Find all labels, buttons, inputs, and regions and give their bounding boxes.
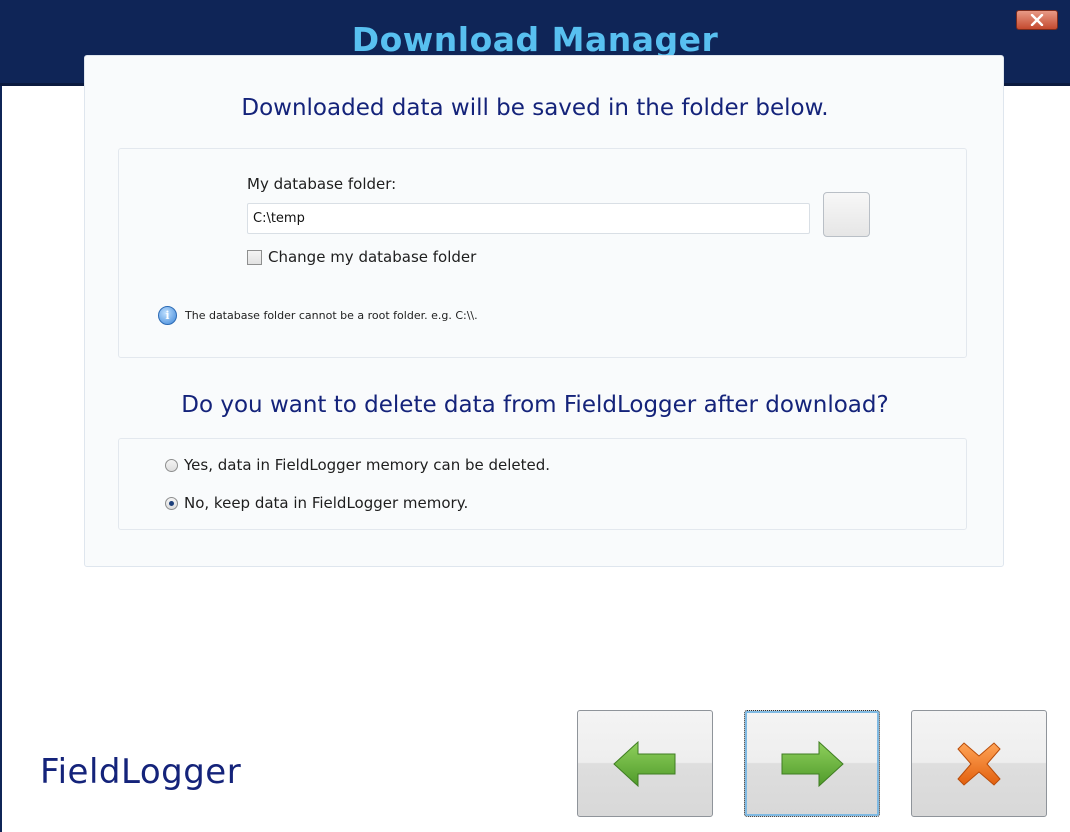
root-folder-info: i The database folder cannot be a root f… (158, 306, 478, 325)
info-text: The database folder cannot be a root fol… (185, 309, 478, 322)
database-folder-input[interactable] (247, 203, 810, 234)
arrow-right-icon (781, 740, 844, 787)
cancel-button[interactable] (911, 710, 1047, 817)
x-cancel-icon (957, 741, 1001, 786)
delete-yes-option[interactable]: Yes, data in FieldLogger memory can be d… (165, 456, 550, 474)
next-button[interactable] (744, 710, 880, 817)
arrow-left-icon (613, 740, 676, 787)
fieldlogger-logo: FieldLogger (40, 752, 242, 792)
back-button[interactable] (577, 710, 713, 817)
change-folder-checkbox-row[interactable]: Change my database folder (247, 248, 476, 266)
browse-folder-button[interactable] (823, 192, 870, 237)
change-folder-checkbox[interactable] (247, 249, 262, 265)
delete-heading: Do you want to delete data from FieldLog… (181, 392, 889, 418)
delete-no-radio[interactable] (165, 496, 178, 510)
delete-no-option[interactable]: No, keep data in FieldLogger memory. (165, 494, 468, 512)
close-button[interactable] (1016, 10, 1058, 30)
close-icon (1030, 14, 1044, 26)
delete-yes-radio[interactable] (165, 458, 178, 472)
info-icon: i (158, 306, 177, 325)
delete-yes-label: Yes, data in FieldLogger memory can be d… (184, 456, 551, 474)
change-folder-label: Change my database folder (268, 248, 477, 266)
delete-no-label: No, keep data in FieldLogger memory. (184, 494, 469, 512)
folder-panel (118, 148, 967, 358)
delete-options-panel (118, 438, 967, 530)
folder-heading: Downloaded data will be saved in the fol… (241, 95, 829, 121)
database-folder-label: My database folder: (247, 175, 397, 193)
window-title: Download Manager (351, 20, 719, 59)
